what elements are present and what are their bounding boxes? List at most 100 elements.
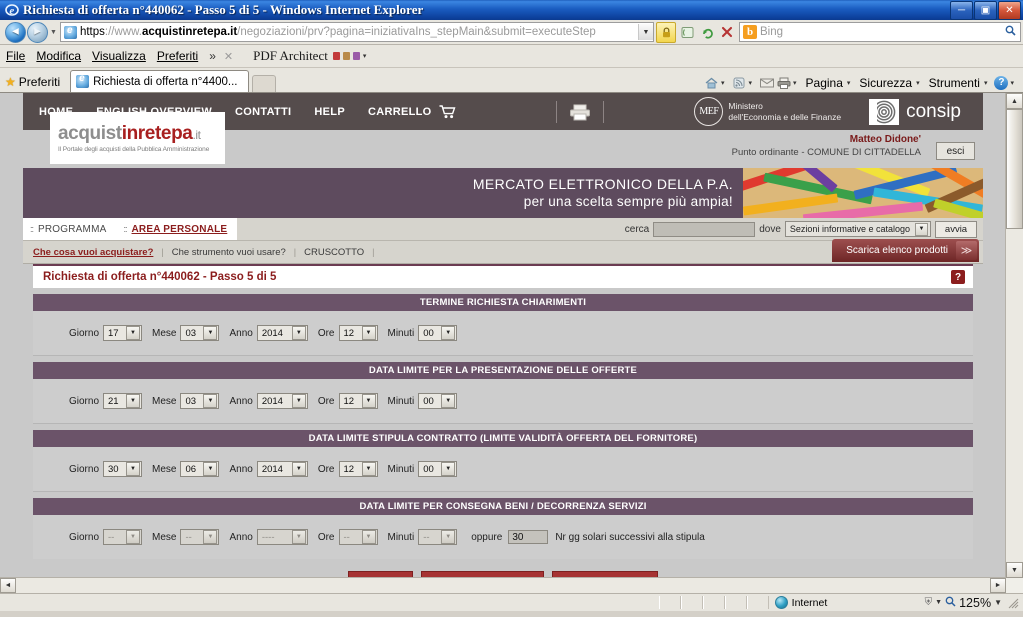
select-giorno-1[interactable]: 21 ▼ [103, 393, 143, 409]
refresh-icon[interactable] [698, 23, 716, 42]
search-magnifier-icon[interactable] [1005, 25, 1016, 39]
site-logo[interactable]: acquistinretepa.it Il Portale degli acqu… [50, 112, 225, 164]
select-mese-3[interactable]: -- ▼ [180, 529, 220, 545]
pdf-architect-dropdown-icon[interactable]: ▾ [363, 52, 367, 60]
vertical-scroll-thumb[interactable] [1006, 109, 1023, 229]
select-ore-3[interactable]: -- ▼ [338, 529, 378, 545]
chevron-down-icon[interactable]: ▼ [291, 462, 306, 476]
horizontal-scroll-track[interactable] [16, 578, 990, 593]
chevron-down-icon[interactable]: ▼ [203, 394, 218, 408]
menu-overflow-icon[interactable]: » [209, 49, 216, 63]
chevron-down-icon[interactable]: ▼ [441, 394, 456, 408]
command-strumenti[interactable]: Strumenti [929, 76, 980, 90]
home-dropdown-icon[interactable]: ▾ [721, 79, 725, 87]
chevron-down-icon[interactable]: ▼ [291, 326, 306, 340]
pdf-edit-icon[interactable] [352, 52, 360, 60]
new-tab-button[interactable] [251, 75, 276, 92]
minimize-button[interactable]: ─ [950, 1, 973, 20]
chevron-down-icon[interactable]: ▼ [441, 462, 456, 476]
print-page-icon[interactable] [569, 104, 591, 120]
back-button[interactable]: ◄ [5, 21, 26, 43]
chevron-down-icon[interactable]: ▼ [203, 530, 218, 544]
vertical-scroll-track[interactable] [1006, 109, 1023, 562]
select-ore-1[interactable]: 12 ▼ [338, 393, 378, 409]
pdf-architect-icons[interactable] [332, 52, 360, 60]
zoom-level[interactable]: 125% [959, 596, 991, 610]
download-products-button[interactable]: Scarica elenco prodotti ≫ [832, 239, 979, 262]
favorites-button[interactable]: ★ Preferiti [0, 71, 68, 92]
select-anno-0[interactable]: 2014 ▼ [256, 325, 308, 341]
horizontal-scrollbar[interactable]: ◄ ► [0, 577, 1006, 593]
pagina-dropdown-icon[interactable]: ▾ [847, 79, 851, 87]
select-giorno-3[interactable]: -- ▼ [103, 529, 143, 545]
browser-search-box[interactable]: b Bing [739, 22, 1021, 42]
chevron-down-icon[interactable]: ▼ [361, 394, 376, 408]
print-icon[interactable] [776, 75, 791, 90]
chevron-down-icon[interactable]: ▼ [203, 326, 218, 340]
cart-icon[interactable] [439, 105, 456, 119]
feeds-dropdown-icon[interactable]: ▾ [748, 79, 752, 87]
select-minuti-0[interactable]: 00 ▼ [418, 325, 458, 341]
select-ore-0[interactable]: 12 ▼ [338, 325, 378, 341]
protected-mode-dropdown-icon[interactable]: ▼ [935, 599, 942, 606]
select-mese-1[interactable]: 03 ▼ [180, 393, 220, 409]
vertical-scrollbar[interactable]: ▲ ▼ [1005, 93, 1023, 578]
submenu-che-strumento-vuoi-usare[interactable]: Che strumento vuoi usare? [172, 247, 286, 258]
menu-visualizza[interactable]: Visualizza [92, 49, 146, 63]
nav-contatti[interactable]: CONTATTI [235, 106, 291, 118]
pdf-architect-toolbar-label[interactable]: PDF Architect [253, 48, 328, 64]
menu-close-icon[interactable]: ✕ [224, 50, 233, 63]
url-input[interactable]: https://www.acquistinretepa.it/negoziazi… [59, 22, 654, 42]
chevron-down-icon[interactable]: ▼ [361, 530, 376, 544]
select-giorno-2[interactable]: 30 ▼ [103, 461, 143, 477]
stop-icon[interactable] [718, 23, 736, 42]
help-icon[interactable]: ? [994, 75, 1009, 90]
chevron-double-down-icon[interactable]: ≫ [956, 241, 977, 260]
select-mese-0[interactable]: 03 ▼ [180, 325, 220, 341]
command-sicurezza[interactable]: Sicurezza [859, 76, 912, 90]
chevron-down-icon[interactable]: ▼ [291, 394, 306, 408]
section-tab-area-personale[interactable]: :: AREA PERSONALE [116, 218, 238, 240]
select-anno-2[interactable]: 2014 ▼ [256, 461, 308, 477]
pdf-convert-icon[interactable] [332, 52, 340, 60]
nav-carrello[interactable]: CARRELLO [368, 106, 432, 118]
select-minuti-2[interactable]: 00 ▼ [418, 461, 458, 477]
select-giorno-0[interactable]: 17 ▼ [103, 325, 143, 341]
select-mese-2[interactable]: 06 ▼ [180, 461, 220, 477]
command-pagina[interactable]: Pagina [806, 76, 843, 90]
scroll-down-button[interactable]: ▼ [1006, 562, 1023, 578]
help-dropdown-icon[interactable]: ▾ [1010, 79, 1014, 87]
print-dropdown-icon[interactable]: ▾ [793, 79, 797, 87]
page-help-icon[interactable]: ? [951, 270, 965, 284]
menu-preferiti[interactable]: Preferiti [157, 49, 198, 63]
chevron-down-icon[interactable]: ▼ [203, 462, 218, 476]
rss-feeds-icon[interactable] [731, 75, 746, 90]
security-zone[interactable]: Internet [769, 596, 925, 609]
feeds-icon[interactable] [678, 23, 696, 42]
select-minuti-1[interactable]: 00 ▼ [418, 393, 458, 409]
submenu-che-cosa-vuoi-acquistare[interactable]: Che cosa vuoi acquistare? [33, 247, 153, 258]
menu-modifica[interactable]: Modifica [36, 49, 81, 63]
forward-button[interactable]: ► [27, 21, 48, 43]
menu-file[interactable]: File [6, 49, 25, 63]
chevron-down-icon[interactable]: ▼ [126, 326, 141, 340]
chevron-down-icon[interactable]: ▼ [291, 530, 306, 544]
nav-help[interactable]: HELP [314, 106, 345, 118]
maximize-button[interactable]: ▣ [974, 1, 997, 20]
pdf-create-icon[interactable] [342, 52, 350, 60]
chevron-down-icon[interactable]: ▼ [441, 326, 456, 340]
browser-tab[interactable]: Richiesta di offerta n°4400... [70, 70, 249, 92]
chevron-down-icon[interactable]: ▼ [441, 530, 456, 544]
logout-button[interactable]: esci [936, 142, 975, 160]
chevron-down-icon[interactable]: ▼ [126, 462, 141, 476]
chevron-down-icon[interactable]: ▼ [361, 326, 376, 340]
chevron-down-icon[interactable]: ▼ [361, 462, 376, 476]
chevron-down-icon[interactable]: ▼ [126, 530, 141, 544]
chevron-down-icon[interactable]: ▼ [126, 394, 141, 408]
history-dropdown-icon[interactable]: ▼ [50, 29, 57, 36]
zoom-dropdown-icon[interactable]: ▼ [994, 598, 1002, 607]
close-button[interactable]: ✕ [998, 1, 1021, 20]
input-giorni-solari[interactable]: 30 [508, 530, 549, 544]
search-scope-select[interactable]: Sezioni informative e catalogo ▼ [784, 221, 931, 237]
section-tab-programma[interactable]: :: PROGRAMMA [23, 218, 117, 240]
